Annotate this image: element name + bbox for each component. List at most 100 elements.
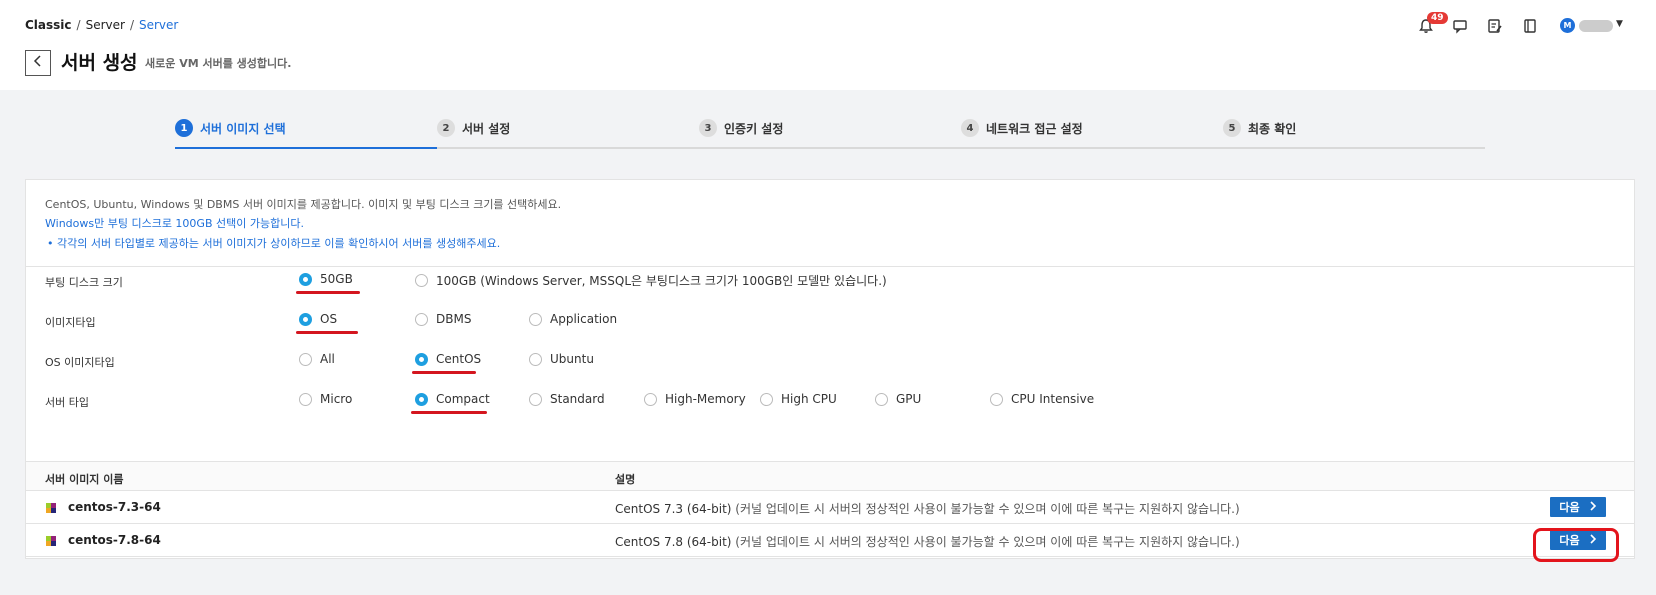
page-title: 서버 생성 [61, 52, 138, 74]
radio-label: 100GB (Windows Server, MSSQL은 부팅디스크 크기가 … [436, 274, 887, 288]
radio-dot [529, 312, 542, 326]
page-subtitle: 새로운 VM 서버를 생성합니다. [145, 57, 292, 70]
highlight-underline [296, 291, 360, 294]
column-header-name: 서버 이미지 이름 [45, 473, 124, 486]
top-toolbar: 49 M ▼ [0, 12, 1656, 37]
radio-label: CentOS [436, 352, 482, 366]
radio-label: OS [320, 312, 338, 326]
image-description: CentOS 7.8 (64-bit) (커널 업데이트 시 서버의 정상적인 … [615, 533, 1240, 550]
radio-dot [875, 392, 888, 406]
radio-server-high-memory[interactable]: High-Memory [644, 392, 746, 406]
radio-dot [299, 352, 312, 366]
radio-image-dbms[interactable]: DBMS [415, 312, 471, 326]
radio-label: Application [550, 312, 618, 326]
radio-dot [529, 352, 542, 366]
step-label: 네트워크 접근 설정 [986, 121, 1083, 136]
book-icon[interactable] [1519, 15, 1541, 37]
radio-server-compact[interactable]: Compact [415, 392, 490, 406]
table-row: centos-7.3-64 CentOS 7.3 (64-bit) (커널 업데… [26, 491, 1634, 524]
back-arrow-icon [33, 55, 43, 71]
radio-dot [415, 392, 428, 406]
radio-image-os[interactable]: OS [299, 312, 337, 326]
notification-badge: 49 [1427, 12, 1448, 24]
info-bullet: • 각각의 서버 타입별로 제공하는 서버 이미지가 상이하므로 이를 확인하시… [47, 237, 501, 250]
radio-dot [415, 274, 428, 287]
radio-label: High-Memory [665, 392, 746, 406]
image-selection-panel: CentOS, Ubuntu, Windows 및 DBMS 서버 이미지를 제… [25, 179, 1635, 559]
radio-boot-50gb[interactable]: 50GB [299, 272, 353, 286]
step-5[interactable]: 5 최종 확인 [1223, 119, 1296, 137]
radio-label: GPU [896, 392, 922, 406]
centos-logo-icon [46, 502, 56, 513]
radio-dot [299, 312, 312, 326]
radio-os-centos[interactable]: CentOS [415, 352, 481, 366]
centos-logo-icon [46, 535, 56, 546]
table-row: centos-7.8-64 CentOS 7.8 (64-bit) (커널 업데… [26, 524, 1634, 557]
image-note: (커널 업데이트 시 서버의 정상적인 사용이 불가능할 수 있으며 이에 따른… [735, 535, 1240, 549]
chevron-down-icon[interactable]: ▼ [1616, 19, 1623, 29]
radio-label: Standard [550, 392, 605, 406]
radio-server-high-cpu[interactable]: High CPU [760, 392, 837, 406]
back-button[interactable] [25, 50, 51, 76]
radio-label: CPU Intensive [1011, 392, 1095, 406]
radio-server-cpu-intensive[interactable]: CPU Intensive [990, 392, 1094, 406]
active-step-indicator [175, 147, 437, 149]
image-description: CentOS 7.3 (64-bit) (커널 업데이트 시 서버의 정상적인 … [615, 500, 1240, 517]
username-blurred[interactable] [1579, 20, 1613, 32]
info-box: CentOS, Ubuntu, Windows 및 DBMS 서버 이미지를 제… [26, 180, 1634, 267]
image-table-header: 서버 이미지 이름 설명 [26, 461, 1634, 491]
next-button-label: 다음 [1559, 501, 1580, 514]
radio-dot [415, 352, 428, 366]
image-type-label: 이미지타입 [45, 316, 96, 329]
boot-disk-label: 부팅 디스크 크기 [45, 276, 123, 289]
chevron-right-icon [1590, 500, 1597, 514]
radio-label: DBMS [436, 312, 472, 326]
radio-server-standard[interactable]: Standard [529, 392, 605, 406]
radio-dot [760, 392, 773, 406]
radio-server-gpu[interactable]: GPU [875, 392, 921, 406]
radio-dot [990, 392, 1003, 406]
wizard-steps: 1 서버 이미지 선택 2 서버 설정 3 인증키 설정 4 네트워크 접근 설… [175, 112, 1485, 149]
radio-dot [299, 392, 312, 406]
step-number: 3 [699, 119, 717, 137]
image-name: centos-7.8-64 [68, 533, 161, 547]
info-line: CentOS, Ubuntu, Windows 및 DBMS 서버 이미지를 제… [45, 198, 562, 211]
chat-icon[interactable] [1449, 15, 1471, 37]
radio-dot [529, 392, 542, 406]
step-label: 최종 확인 [1248, 121, 1297, 136]
info-line-windows: Windows만 부팅 디스크로 100GB 선택이 가능합니다. [45, 217, 304, 230]
radio-os-ubuntu[interactable]: Ubuntu [529, 352, 594, 366]
radio-label: Compact [436, 392, 490, 406]
highlight-underline [412, 371, 476, 374]
image-os-version: CentOS 7.8 (64-bit) [615, 535, 732, 549]
column-header-description: 설명 [615, 473, 636, 486]
avatar[interactable]: M [1560, 18, 1575, 33]
highlight-box [1533, 528, 1619, 562]
server-type-label: 서버 타입 [45, 396, 89, 409]
step-label: 서버 설정 [462, 121, 511, 136]
radio-server-micro[interactable]: Micro [299, 392, 352, 406]
page-header: Classic / Server / Server 서버 생성 새로운 VM 서… [0, 0, 1656, 90]
image-os-version: CentOS 7.3 (64-bit) [615, 502, 732, 516]
step-2[interactable]: 2 서버 설정 [437, 119, 510, 137]
os-image-type-label: OS 이미지타입 [45, 356, 115, 369]
radio-boot-100gb[interactable]: 100GB (Windows Server, MSSQL은 부팅디스크 크기가 … [415, 272, 887, 289]
step-number: 4 [961, 119, 979, 137]
step-1[interactable]: 1 서버 이미지 선택 [175, 119, 286, 137]
highlight-underline [411, 411, 487, 414]
radio-dot [299, 272, 312, 286]
step-label: 인증키 설정 [724, 121, 784, 136]
step-number: 1 [175, 119, 193, 137]
radio-os-all[interactable]: All [299, 352, 335, 366]
image-note: (커널 업데이트 시 서버의 정상적인 사용이 불가능할 수 있으며 이에 따른… [735, 502, 1240, 516]
image-name: centos-7.3-64 [68, 500, 161, 514]
edit-note-icon[interactable] [1484, 15, 1506, 37]
radio-image-application[interactable]: Application [529, 312, 617, 326]
radio-label: Micro [320, 392, 353, 406]
step-4[interactable]: 4 네트워크 접근 설정 [961, 119, 1083, 137]
step-number: 2 [437, 119, 455, 137]
radio-label: All [320, 352, 335, 366]
step-3[interactable]: 3 인증키 설정 [699, 119, 783, 137]
next-button[interactable]: 다음 [1550, 497, 1606, 517]
step-label: 서버 이미지 선택 [200, 121, 286, 136]
